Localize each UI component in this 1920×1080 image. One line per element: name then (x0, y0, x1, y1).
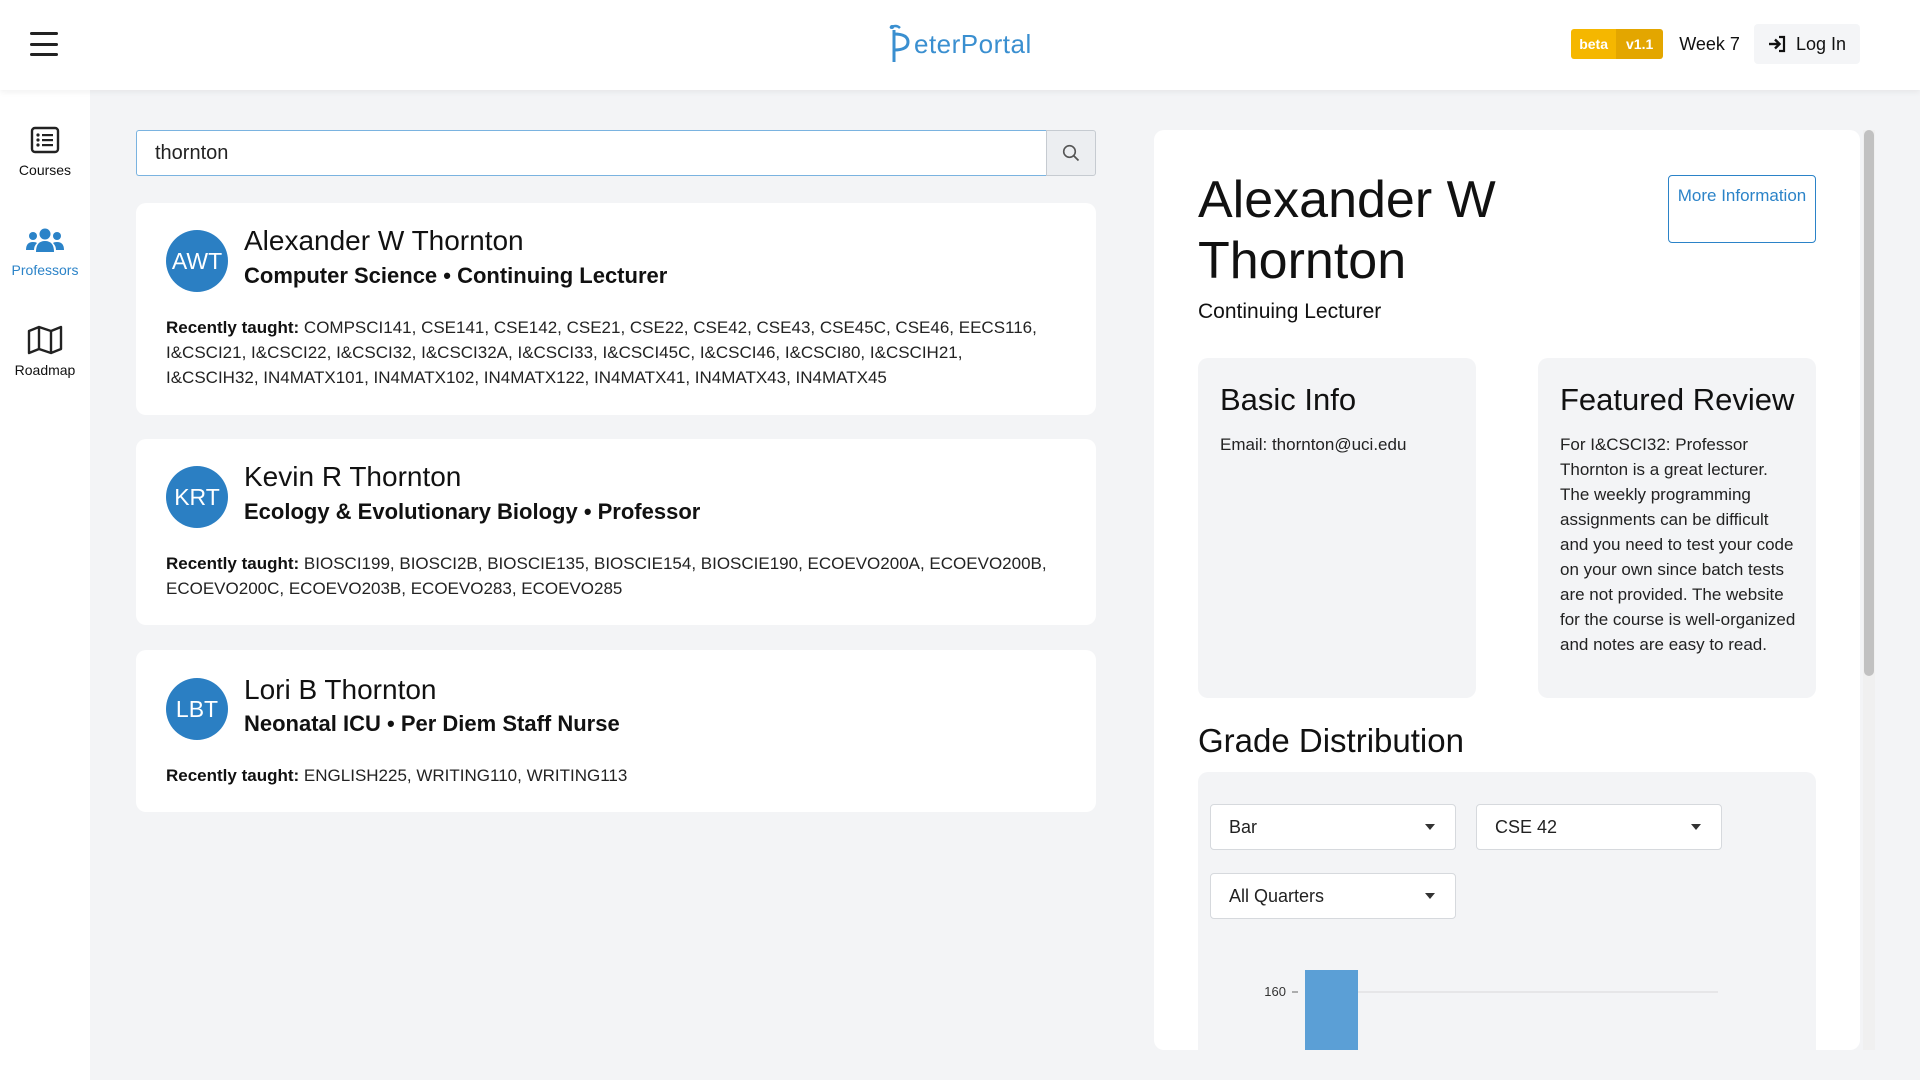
anteater-p-icon (889, 24, 910, 62)
avatar: LBT (166, 678, 228, 740)
sidebar-item-label: Roadmap (14, 362, 76, 378)
professor-name[interactable]: Alexander W Thornton (244, 225, 524, 257)
peterportal-logo[interactable]: eterPortal (886, 22, 1032, 66)
version-label: v1.1 (1616, 29, 1664, 59)
search-button[interactable] (1046, 130, 1096, 176)
logo-text: eterPortal (914, 28, 1032, 59)
professor-name[interactable]: Lori B Thornton (244, 674, 437, 706)
featured-review-heading: Featured Review (1560, 382, 1795, 417)
grade-distribution-heading: Grade Distribution (1198, 722, 1464, 759)
professor-title: Continuing Lecturer (1198, 300, 1382, 323)
sign-in-icon (1768, 35, 1786, 53)
avatar: KRT (166, 466, 228, 528)
avatar: AWT (166, 230, 228, 292)
list-icon (30, 126, 60, 154)
caret-down-icon (1691, 824, 1701, 830)
professor-department-title: Computer Science • Continuing Lecturer (244, 263, 668, 288)
caret-down-icon (1425, 824, 1435, 830)
professor-result-card[interactable]: AWT Alexander W Thornton Computer Scienc… (136, 203, 1096, 415)
search-input[interactable] (136, 130, 1046, 176)
y-tick-label: 160 (1264, 984, 1286, 999)
grade-distribution-area: Bar CSE 42 All Quarters 160 (1198, 772, 1816, 1050)
sidebar: Courses Professors Roadmap (0, 90, 90, 1080)
grade-distribution-chart: 160 (1264, 970, 1718, 1050)
recently-taught: Recently taught: COMPSCI141, CSE141, CSE… (166, 315, 1056, 390)
chart-bar (1305, 970, 1358, 1050)
chart-type-value: Bar (1229, 816, 1258, 837)
sidebar-item-label: Professors (11, 262, 79, 278)
page-title: Alexander W Thornton (1198, 171, 1496, 290)
basic-info-heading: Basic Info (1220, 382, 1357, 417)
sidebar-item-courses[interactable]: Courses (0, 124, 90, 178)
top-bar: eterPortal beta v1.1 Week 7 Log In (0, 0, 1920, 90)
version-badge: beta v1.1 (1571, 29, 1664, 59)
week-indicator: Week 7 (1679, 33, 1740, 54)
recently-taught-label: Recently taught: (166, 766, 300, 785)
recently-taught-label: Recently taught: (166, 318, 300, 337)
users-icon (26, 228, 64, 252)
scrollbar-thumb[interactable] (1864, 130, 1874, 676)
course-select[interactable]: CSE 42 (1476, 804, 1722, 850)
more-information-button[interactable]: More Information (1668, 175, 1816, 243)
professor-department-title: Ecology & Evolutionary Biology • Profess… (244, 499, 701, 524)
course-value: CSE 42 (1495, 816, 1558, 837)
professor-name[interactable]: Kevin R Thornton (244, 461, 461, 493)
caret-down-icon (1425, 893, 1435, 899)
recently-taught: Recently taught: BIOSCI199, BIOSCI2B, BI… (166, 551, 1056, 601)
recently-taught: Recently taught: ENGLISH225, WRITING110,… (166, 763, 1056, 788)
recently-taught-courses: BIOSCI199, BIOSCI2B, BIOSCIE135, BIOSCIE… (166, 554, 1047, 598)
professor-department-title: Neonatal ICU • Per Diem Staff Nurse (244, 711, 620, 736)
professor-result-card[interactable]: LBT Lori B Thornton Neonatal ICU • Per D… (136, 650, 1096, 812)
professor-detail-panel: Alexander W Thornton Continuing Lecturer… (1154, 130, 1860, 1050)
recently-taught-courses: ENGLISH225, WRITING110, WRITING113 (303, 766, 628, 785)
sidebar-item-professors[interactable]: Professors (0, 224, 90, 278)
map-icon (27, 325, 63, 355)
featured-review-box: Featured Review For I&CSCI32: Professor … (1538, 358, 1816, 698)
quarter-value: All Quarters (1229, 885, 1325, 906)
featured-review-text: For I&CSCI32: Professor Thornton is a gr… (1560, 435, 1796, 654)
beta-badge: beta (1571, 29, 1616, 59)
login-label: Log In (1795, 33, 1846, 54)
menu-icon[interactable] (30, 32, 58, 56)
basic-info-box: Basic Info Email: thornton@uci.edu (1198, 358, 1476, 698)
chart-type-select[interactable]: Bar (1210, 804, 1456, 850)
quarter-select[interactable]: All Quarters (1210, 873, 1456, 919)
detail-scrollbar[interactable] (1863, 130, 1875, 1050)
sidebar-item-label: Courses (18, 162, 72, 178)
sidebar-item-roadmap[interactable]: Roadmap (0, 324, 90, 378)
recently-taught-label: Recently taught: (166, 554, 300, 573)
professor-result-card[interactable]: KRT Kevin R Thornton Ecology & Evolution… (136, 439, 1096, 625)
search-icon (1062, 144, 1080, 162)
login-button[interactable]: Log In (1753, 24, 1860, 64)
search-bar (136, 130, 1096, 176)
email-text: Email: thornton@uci.edu (1220, 435, 1407, 454)
